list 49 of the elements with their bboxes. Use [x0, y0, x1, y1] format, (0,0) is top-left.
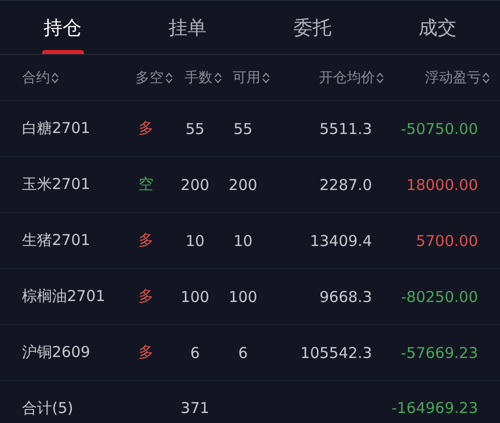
table-cell-text: 9668.3	[318, 288, 372, 306]
table-cell-text: 合计(5)	[21, 398, 74, 418]
tab[interactable]: 挂单	[125, 1, 250, 54]
column-header[interactable]: 合约	[0, 68, 120, 86]
table-cell-text: 100	[228, 288, 258, 306]
sort-icon	[376, 72, 384, 84]
column-header[interactable]: 可用	[226, 68, 276, 86]
column-header[interactable]: 手数	[180, 68, 226, 86]
table-cell-text: 371	[180, 399, 210, 417]
table-cell-text: 棕榈油2701	[21, 287, 106, 306]
table-cell-text: 多	[138, 119, 154, 138]
sort-icon	[164, 72, 172, 84]
table-cell-text: 105542.3	[299, 344, 372, 362]
table-cell-text: 多	[138, 287, 154, 306]
table-cell-text: 沪铜2609	[21, 343, 92, 362]
table-cell-text: 200	[228, 176, 258, 194]
table-cell-text: 多	[138, 231, 154, 250]
tab[interactable]: 委托	[250, 1, 375, 54]
table-cell-text: 玉米2701	[21, 175, 92, 194]
table-cell-text: 55	[232, 120, 254, 138]
table-cell-text: 6	[189, 344, 201, 362]
table-cell-text: 2287.0	[318, 176, 372, 194]
table-cell-text: 200	[180, 176, 210, 194]
column-header[interactable]: 多空	[128, 68, 180, 86]
table-cell-text: 空	[138, 175, 154, 194]
table-cell-text: -50750.00	[400, 120, 478, 138]
table-cell-text: 5700.00	[414, 232, 478, 250]
table-cell-text: -57669.23	[400, 344, 478, 362]
sort-icon	[482, 72, 490, 84]
table-cell-text: 18000.00	[405, 176, 478, 194]
table-cell-text: 6	[237, 344, 249, 362]
table-cell-text: -164969.23	[390, 399, 478, 417]
table-cell-text: 白糖2701	[21, 119, 92, 138]
sort-icon	[51, 72, 59, 84]
table-cell-text: 13409.4	[308, 232, 372, 250]
table-cell-text: 10	[184, 232, 206, 250]
column-header[interactable]: 开仓均价	[280, 68, 384, 86]
column-header[interactable]: 浮动盈亏	[384, 68, 490, 86]
table-cell-text: 10	[232, 232, 254, 250]
sort-icon	[262, 72, 270, 84]
table-cell-text: 多	[138, 343, 154, 362]
tab[interactable]: 成交	[375, 1, 500, 54]
tab[interactable]: 持仓	[0, 1, 125, 54]
table-cell-text: 生猪2701	[21, 231, 92, 250]
table-cell-text: -80250.00	[400, 288, 478, 306]
table-cell-text: 100	[180, 288, 210, 306]
table-cell-text: 5511.3	[318, 120, 372, 138]
table-cell-text: 55	[184, 120, 206, 138]
sort-icon	[214, 72, 222, 84]
